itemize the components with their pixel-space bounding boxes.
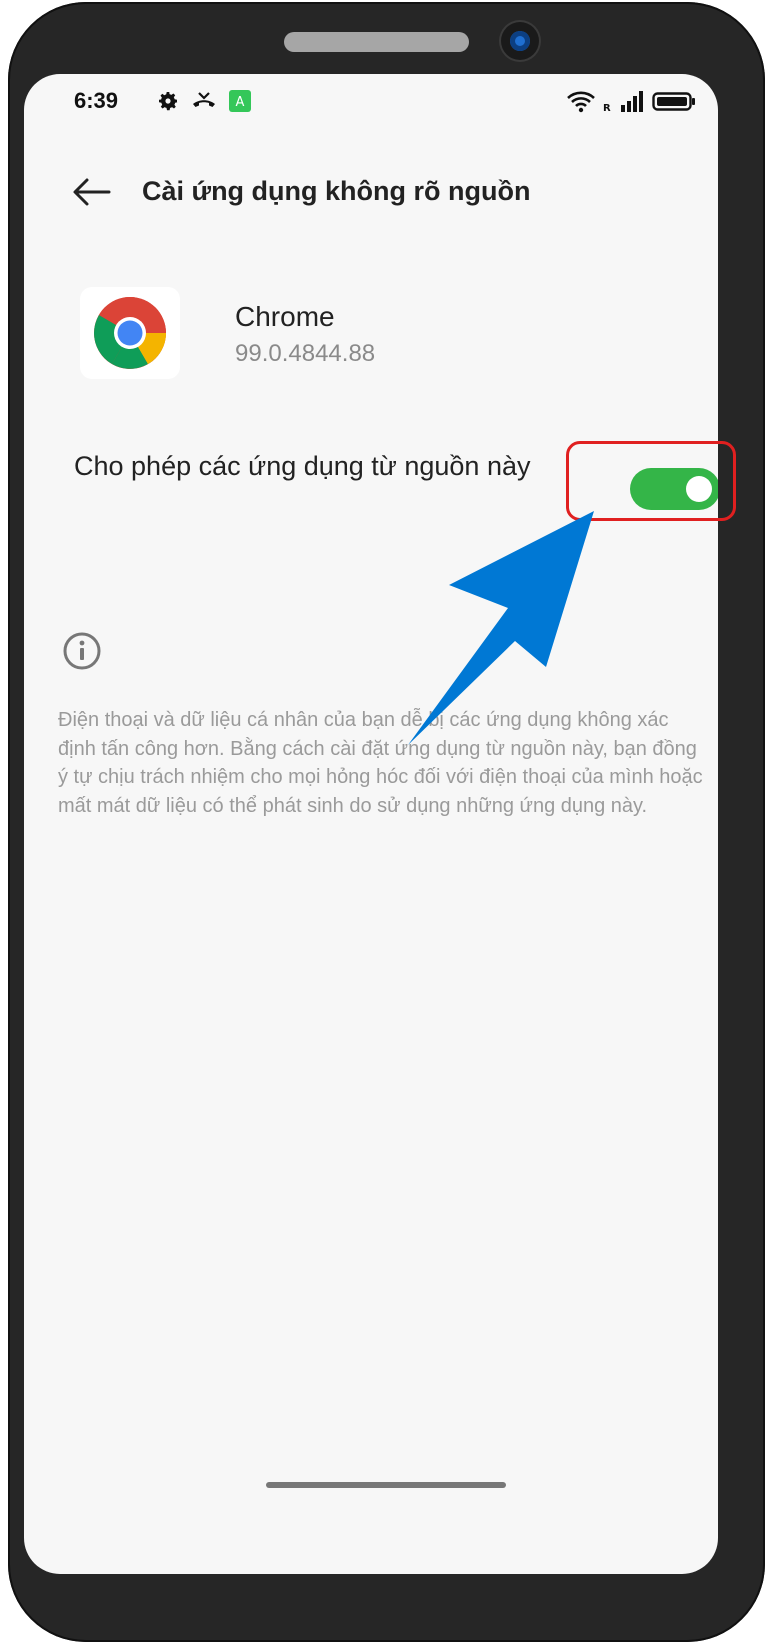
wifi-icon [566,89,596,118]
arrow-left-icon [73,178,111,206]
back-button[interactable] [68,170,116,214]
call-forward-icon [191,88,217,114]
page: 6:39 A R Cài ứng dụng không rõ nguồn Chr… [0,0,775,1646]
home-indicator[interactable] [266,1482,506,1488]
phone-speaker [284,32,469,52]
app-version: 99.0.4844.88 [235,340,376,367]
phone-frame: 6:39 A R Cài ứng dụng không rõ nguồn Chr… [8,2,765,1642]
roaming-icon: R [602,89,614,118]
front-camera [501,22,539,60]
app-badge-icon: A [227,88,253,114]
settings-icon [155,88,181,114]
allow-from-source-label: Cho phép các ứng dụng từ nguồn này [74,451,531,481]
roaming-letter: R [603,103,611,113]
chrome-icon [94,297,166,369]
info-text: Điện thoại và dữ liệu cá nhân của bạn dễ… [58,709,703,817]
info-icon [63,632,101,670]
page-title: Cài ứng dụng không rõ nguồn [142,176,531,206]
phone-screen: 6:39 A R Cài ứng dụng không rõ nguồn Chr… [24,74,718,1574]
app-icon-container [80,287,180,379]
status-icons-left: A [155,88,253,114]
app-badge-letter: A [236,95,245,110]
status-time: 6:39 [74,88,119,113]
status-icons-right: R [566,89,696,118]
signal-icon [620,89,646,118]
battery-icon [652,89,696,118]
status-bar: 6:39 A R [24,74,718,134]
highlight-box [566,441,736,521]
app-name: Chrome [235,301,335,332]
header: Cài ứng dụng không rõ nguồn [24,156,718,226]
app-info: Chrome 99.0.4844.88 [80,287,680,387]
